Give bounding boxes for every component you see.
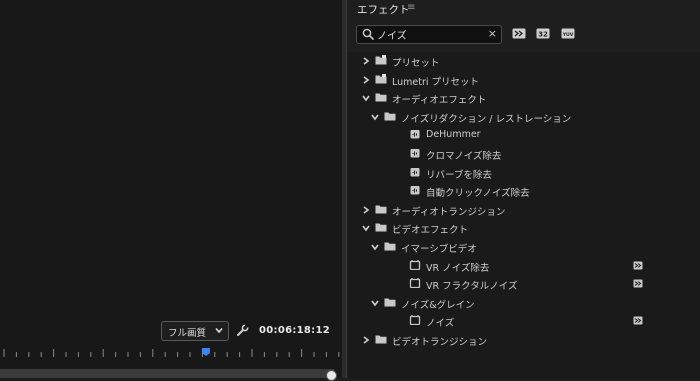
audio-effect-icon: [410, 186, 420, 195]
chevron-right-icon[interactable]: [362, 57, 370, 65]
audio-effect-icon: [410, 130, 420, 139]
program-monitor: フル画質 00:06:18:12: [0, 0, 342, 381]
yuv-label: YUV: [562, 32, 574, 38]
video-effect-icon: [409, 259, 421, 270]
tree-item-label: DeHummer: [426, 129, 481, 141]
zoom-scrollbar-handle[interactable]: [326, 370, 337, 381]
chevron-down-icon[interactable]: [371, 243, 379, 251]
effect-item[interactable]: リバーブを除去: [348, 164, 700, 182]
effect-item[interactable]: VR ノイズ除去: [348, 257, 700, 275]
tree-item-label: ノイズリダクション / レストレーション: [401, 113, 572, 125]
effects-panel: エフェクト ≡ × 32 YUV プリセットLumetri プリセットオーディオ…: [348, 0, 700, 378]
effect-item[interactable]: クロマノイズ除去: [348, 145, 700, 163]
32bit-label: 32: [538, 30, 548, 38]
tree-item-label: VR ノイズ除去: [426, 262, 490, 274]
effect-item[interactable]: ノイズ: [348, 312, 700, 330]
search-input[interactable]: [377, 27, 485, 41]
tree-item-label: プリセット: [392, 58, 440, 69]
panel-title[interactable]: エフェクト: [357, 2, 410, 17]
tree-item-label: ノイズ&グレイン: [401, 299, 475, 311]
folder-icon: [384, 242, 396, 251]
clear-search-icon[interactable]: ×: [488, 27, 497, 40]
chevron-right-icon[interactable]: [362, 206, 370, 214]
panel-divider-line: [346, 0, 347, 378]
wrench-icon[interactable]: [236, 324, 249, 337]
effects-tree: プリセット Lumetri プリセット オーディオエフェクトノイズリダクション / …: [348, 52, 700, 378]
folder-item[interactable]: ノイズリダクション / レストレーション: [348, 108, 700, 126]
folder-item[interactable]: プリセット: [348, 52, 700, 70]
folder-icon: [375, 223, 387, 232]
chevron-down-icon[interactable]: [362, 94, 370, 102]
video-effect-icon: [409, 278, 421, 289]
folder-item[interactable]: ビデオエフェクト: [348, 219, 700, 237]
playhead-timecode[interactable]: 00:06:18:12: [259, 325, 330, 336]
audio-effect-icon: [410, 167, 420, 177]
tree-item-label: 自動クリックノイズ除去: [426, 188, 530, 200]
accelerated-icon: [633, 316, 643, 325]
accelerated-icon: [633, 261, 643, 270]
playback-quality-label: フル画質: [168, 328, 207, 339]
search-field[interactable]: ×: [356, 25, 502, 44]
folder-icon: [375, 93, 387, 102]
tree-item-label: クロマノイズ除去: [426, 151, 502, 162]
folder-icon: [384, 298, 396, 307]
audio-effect-icon: [410, 149, 420, 158]
tree-item-label: VR フラクタルノイズ: [426, 281, 518, 293]
search-icon: [362, 28, 374, 40]
panel-menu-icon[interactable]: ≡: [407, 2, 415, 13]
tree-item-label: ビデオエフェクト: [392, 225, 469, 237]
tree-item-label: イマーシブビデオ: [401, 244, 477, 255]
folder-icon: [375, 335, 387, 344]
playhead-marker[interactable]: [202, 348, 210, 356]
folder-item[interactable]: イマーシブビデオ: [348, 238, 700, 256]
chevron-down-icon[interactable]: [362, 224, 370, 232]
effect-item[interactable]: 自動クリックノイズ除去: [348, 182, 700, 200]
chevron-down-icon: [215, 327, 223, 334]
yuv-icon[interactable]: YUV: [561, 28, 575, 39]
chevron-down-icon[interactable]: [371, 113, 379, 121]
playback-quality-select[interactable]: フル画質: [161, 321, 229, 341]
preset-folder-icon: [375, 73, 387, 84]
preset-folder-icon: [375, 55, 387, 65]
tree-item-label: オーディオエフェクト: [392, 95, 487, 107]
zoom-scrollbar[interactable]: [0, 369, 334, 378]
accelerated-icon: [633, 279, 643, 288]
chevron-right-icon[interactable]: [362, 336, 370, 344]
effect-item[interactable]: DeHummer: [348, 126, 700, 144]
tree-item-label: オーディオトランジション: [392, 206, 506, 218]
tree-item-label: ビデオトランジション: [392, 337, 488, 348]
video-effect-icon: [409, 315, 421, 326]
folder-item[interactable]: オーディオトランジション: [348, 201, 700, 219]
tree-item-label: リバーブを除去: [426, 169, 492, 181]
accelerated-effects-icon[interactable]: [512, 28, 526, 39]
folder-item[interactable]: Lumetri プリセット: [348, 71, 700, 89]
32bit-icon[interactable]: 32: [536, 28, 550, 39]
folder-icon: [375, 205, 387, 214]
chevron-down-icon[interactable]: [371, 299, 379, 307]
tree-item-label: ノイズ: [426, 318, 455, 330]
folder-item[interactable]: ノイズ&グレイン: [348, 294, 700, 312]
tree-item-label: Lumetri プリセット: [392, 76, 480, 88]
chevron-right-icon[interactable]: [362, 75, 370, 84]
folder-icon: [384, 112, 396, 121]
folder-item[interactable]: オーディオエフェクト: [348, 89, 700, 107]
effect-item[interactable]: VR フラクタルノイズ: [348, 275, 700, 293]
folder-item[interactable]: ビデオトランジション: [348, 331, 700, 349]
time-ruler[interactable]: [0, 344, 342, 360]
